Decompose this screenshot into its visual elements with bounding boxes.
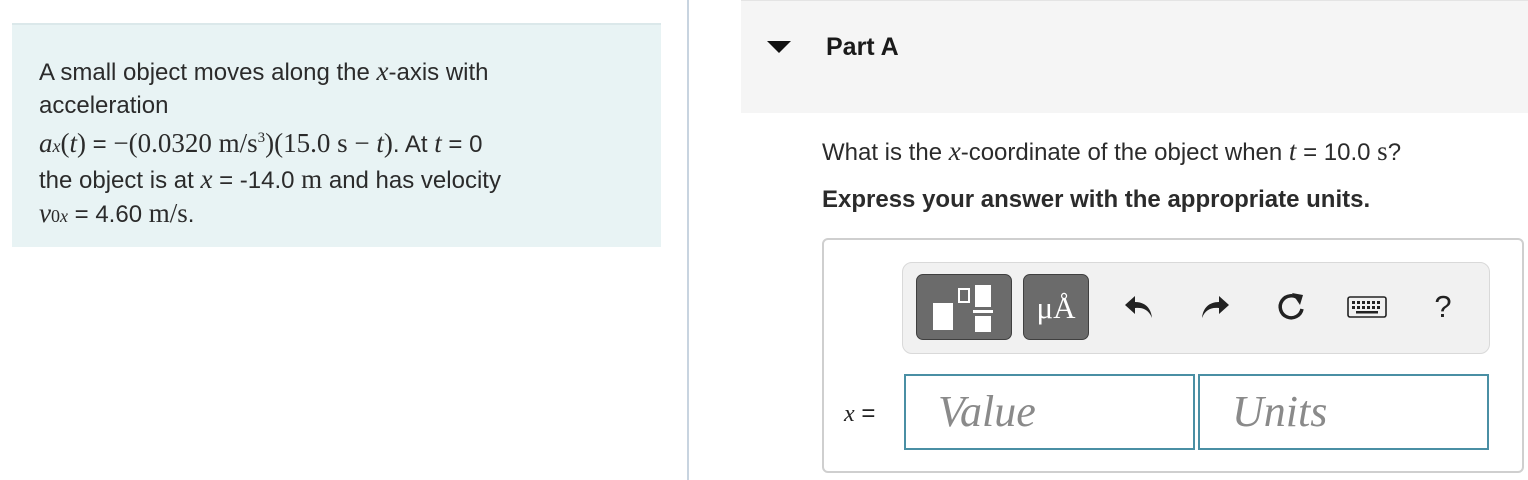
problem-line-4: the object is at x = -14.0 m and has vel… — [39, 164, 501, 194]
units-button[interactable]: μÅ — [1023, 274, 1089, 340]
problem-line-2: acceleration — [39, 92, 169, 119]
redo-icon — [1202, 296, 1229, 318]
units-input[interactable]: Units — [1198, 374, 1489, 450]
answer-variable-label: x = — [844, 400, 876, 427]
units-label: μÅ — [1036, 290, 1076, 325]
units-placeholder: Units — [1232, 387, 1328, 436]
math-toolbar: μÅ ? — [902, 262, 1490, 354]
acceleration-equation: ax(t) = −(0.0320 m/s3)(15.0 s − t). At t… — [39, 128, 483, 158]
answer-instruction: Express your answer with the appropriate… — [822, 186, 1371, 213]
reset-button[interactable] — [1267, 283, 1315, 331]
reset-icon — [1278, 293, 1304, 320]
templates-button[interactable] — [916, 274, 1012, 340]
answer-box: μÅ ? x = Value Units — [822, 238, 1524, 473]
problem-statement-panel: A small object moves along the x-axis wi… — [12, 23, 661, 247]
panel-divider — [687, 0, 689, 480]
problem-text: A small object moves along the x-axis wi… — [39, 55, 639, 233]
help-button[interactable]: ? — [1419, 283, 1467, 331]
templates-icon — [933, 285, 993, 332]
part-a-header[interactable]: Part A — [741, 0, 1528, 113]
value-placeholder: Value — [938, 387, 1036, 436]
collapse-triangle-icon[interactable] — [767, 41, 791, 53]
value-input[interactable]: Value — [904, 374, 1195, 450]
problem-line-5: v0x = 4.60 m/s. — [39, 198, 195, 228]
redo-button[interactable] — [1191, 283, 1239, 331]
part-title: Part A — [826, 33, 899, 61]
problem-line-1: A small object moves along the x-axis wi… — [39, 56, 489, 86]
question-text: What is the x-coordinate of the object w… — [822, 136, 1402, 166]
undo-icon — [1125, 296, 1152, 318]
keyboard-icon — [1347, 296, 1387, 318]
undo-button[interactable] — [1115, 283, 1163, 331]
keyboard-button[interactable] — [1343, 283, 1391, 331]
